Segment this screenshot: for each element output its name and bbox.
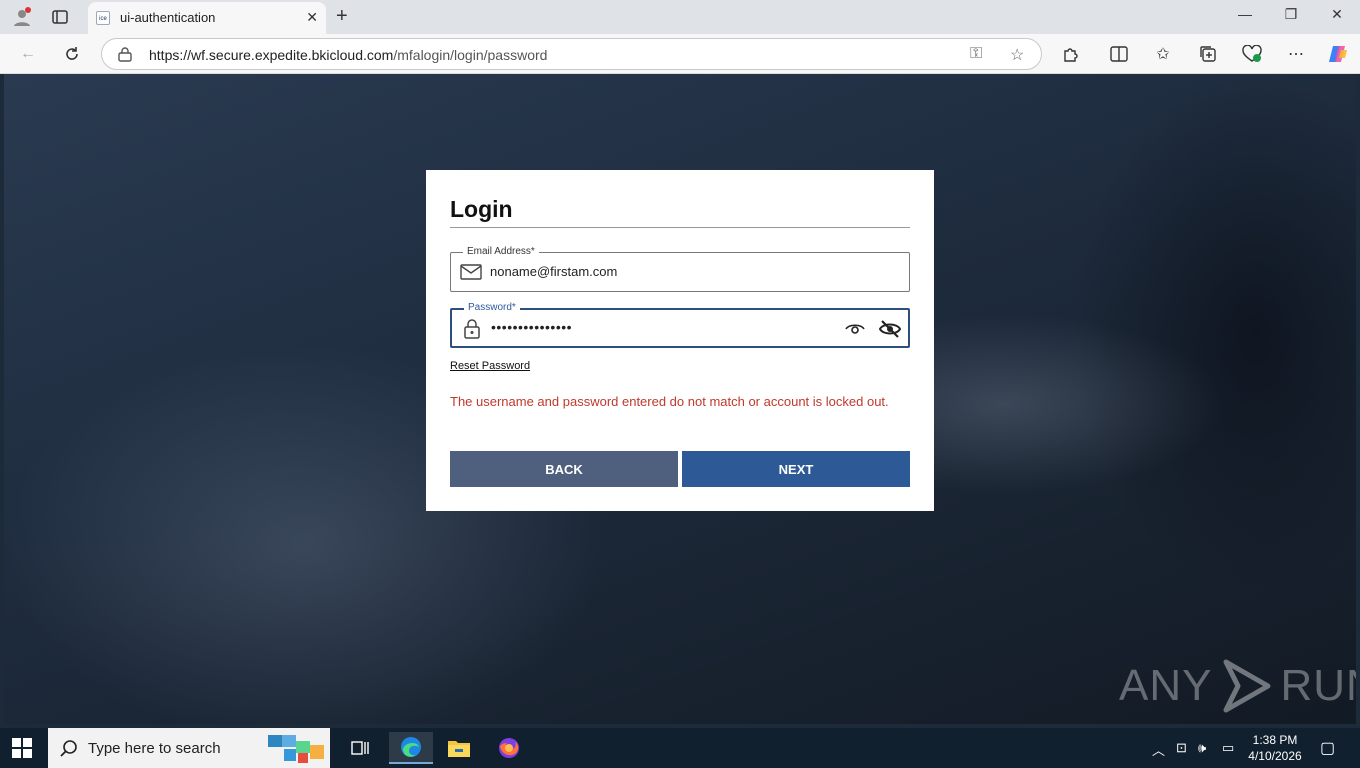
windows-start-icon[interactable]: [12, 738, 32, 758]
task-view-icon[interactable]: [338, 732, 382, 764]
taskbar: Type here to search ︿ ⊡ 🕪 ▭ 1:38 PM 4/10…: [0, 728, 1360, 768]
collections-icon[interactable]: [1196, 43, 1220, 65]
error-message: The username and password entered do not…: [450, 394, 889, 409]
password-field[interactable]: Password* •••••••••••••••: [450, 302, 910, 348]
email-label: Email Address*: [463, 246, 539, 257]
tab-title: ui-authentication: [120, 10, 216, 25]
more-options-icon[interactable]: ⋯: [1284, 43, 1308, 65]
show-password-icon[interactable]: [844, 319, 866, 339]
search-icon: [60, 740, 77, 757]
favorites-icon[interactable]: ✩: [1151, 43, 1175, 65]
favicon-icon: ice: [96, 11, 110, 25]
lock-icon[interactable]: [118, 46, 132, 62]
play-logo-icon: [1223, 659, 1271, 713]
hide-password-icon[interactable]: [879, 319, 901, 339]
title-divider: [450, 227, 910, 228]
clock-time: 1:38 PM: [1252, 733, 1298, 747]
new-tab-icon[interactable]: +: [336, 5, 348, 28]
clock[interactable]: 1:38 PM 4/10/2026: [1240, 732, 1310, 764]
password-label: Password*: [464, 302, 520, 313]
login-card: Login Email Address* noname@firstam.com …: [426, 170, 934, 511]
url-text[interactable]: https://wf.secure.expedite.bkicloud.com/…: [149, 47, 547, 63]
next-button[interactable]: NEXT: [682, 451, 910, 487]
favorite-star-icon[interactable]: ☆: [1010, 45, 1024, 65]
anyrun-watermark: ANY RUN: [1119, 656, 1356, 716]
watermark-right: RUN: [1280, 661, 1356, 710]
back-button[interactable]: BACK: [450, 451, 678, 487]
back-icon[interactable]: ←: [16, 43, 40, 65]
lock-icon: [464, 319, 480, 339]
tray-chevron-icon[interactable]: ︿: [1152, 740, 1165, 759]
clock-date: 4/10/2026: [1248, 749, 1302, 763]
browser-essentials-icon[interactable]: [1240, 43, 1264, 65]
network-status-icon[interactable]: ▭: [1222, 740, 1234, 756]
taskbar-search[interactable]: Type here to search: [48, 728, 330, 768]
password-value: •••••••••••••••: [491, 319, 573, 335]
edge-taskbar-icon[interactable]: [389, 732, 433, 764]
firefox-icon[interactable]: [487, 732, 531, 764]
close-window-icon[interactable]: ✕: [1322, 6, 1352, 23]
password-key-icon[interactable]: ⚿: [970, 45, 982, 63]
file-explorer-icon[interactable]: [437, 732, 481, 764]
refresh-icon[interactable]: [60, 43, 84, 65]
extensions-icon[interactable]: [1059, 43, 1083, 65]
browser-titlebar: ice ui-authentication ✕ + — ❐ ✕: [0, 0, 1360, 34]
reset-password-link[interactable]: Reset Password: [450, 360, 530, 372]
login-title: Login: [450, 196, 513, 222]
volume-icon[interactable]: 🕪: [1198, 740, 1206, 756]
browser-navbar: ← https://wf.secure.expedite.bkicloud.co…: [0, 34, 1360, 74]
restore-icon[interactable]: ❐: [1276, 6, 1306, 23]
address-bar[interactable]: https://wf.secure.expedite.bkicloud.com/…: [101, 38, 1042, 70]
search-highlight-icon: [268, 735, 324, 763]
notifications-icon[interactable]: ▢: [1320, 738, 1335, 758]
email-value: noname@firstam.com: [490, 264, 618, 279]
tab-actions-icon[interactable]: [48, 6, 72, 28]
email-field[interactable]: Email Address* noname@firstam.com: [450, 246, 910, 292]
split-screen-icon[interactable]: [1107, 43, 1131, 65]
mail-icon: [460, 264, 482, 280]
copilot-icon[interactable]: [1326, 43, 1350, 65]
search-placeholder: Type here to search: [88, 740, 221, 757]
profile-icon[interactable]: [10, 6, 34, 28]
minimize-icon[interactable]: —: [1230, 6, 1260, 22]
network-icon[interactable]: ⊡: [1176, 740, 1187, 756]
tab-ui-authentication[interactable]: ice ui-authentication ✕: [88, 2, 326, 34]
watermark-left: ANY: [1119, 661, 1213, 710]
page-background: Login Email Address* noname@firstam.com …: [4, 74, 1356, 724]
close-tab-icon[interactable]: ✕: [306, 9, 318, 26]
